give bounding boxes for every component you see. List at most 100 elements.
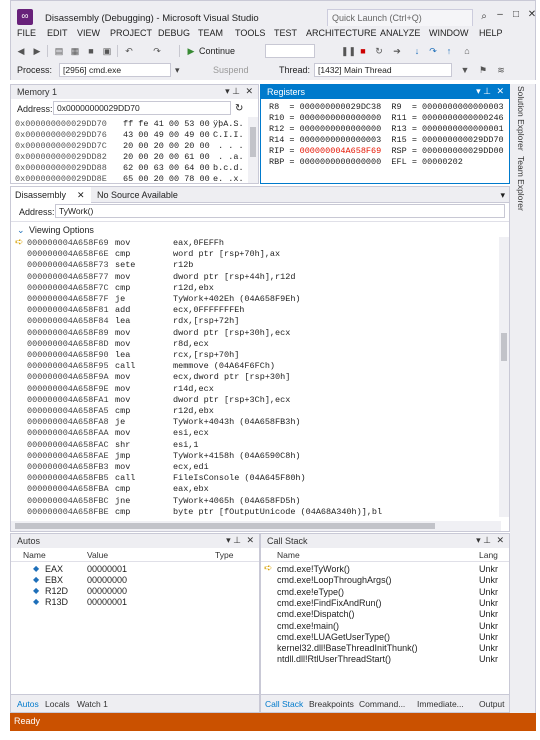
memory-hex-bytes[interactable]: 62 00 63 00 64 00 <box>123 163 210 173</box>
asm-address[interactable]: 000000004A658FB5 <box>27 473 109 483</box>
asm-address[interactable]: 000000004A658FAE <box>27 451 109 461</box>
asm-operands[interactable]: r12b <box>173 260 193 270</box>
registers-close-icon[interactable]: ✕ <box>496 86 504 97</box>
disasm-hscroll-thumb[interactable] <box>15 523 435 529</box>
tab-solution-explorer[interactable]: Solution Explorer <box>516 86 526 151</box>
autos-col-name[interactable]: Name <box>23 550 46 560</box>
register-left[interactable]: R14 = 0000000000000003 <box>269 135 381 145</box>
register-rip-value[interactable]: 000000004A658F69 <box>300 146 382 156</box>
register-right[interactable]: R15 = 000000000029DD70 <box>391 135 503 145</box>
asm-operands[interactable]: dword ptr [rsp+30h],ecx <box>173 328 290 338</box>
asm-opcode[interactable]: jmp <box>115 451 130 461</box>
asm-address[interactable]: 000000004A658FA5 <box>27 406 109 416</box>
asm-operands[interactable]: TyWork+4043h (04A658FB3h) <box>173 417 301 427</box>
menu-test[interactable]: TEST <box>274 28 297 38</box>
thread-combo[interactable]: [1432] Main Thread <box>314 63 452 77</box>
viewing-options-link[interactable]: Viewing Options <box>29 225 94 235</box>
tab-close-icon[interactable]: ✕ <box>77 190 85 201</box>
save-all-icon[interactable]: ▣ <box>101 45 113 57</box>
stop-icon[interactable]: ■ <box>357 45 369 57</box>
asm-operands[interactable]: esi,ecx <box>173 428 209 438</box>
continue-button[interactable]: Continue <box>199 46 235 56</box>
autos-col-value[interactable]: Value <box>87 550 108 560</box>
register-right[interactable]: R11 = 0000000000000246 <box>391 113 503 123</box>
open-file-icon[interactable]: ▦ <box>69 45 81 57</box>
menu-file[interactable]: FILE <box>17 28 36 38</box>
search-icon[interactable]: ⌕ <box>477 11 491 25</box>
asm-address[interactable]: 000000004A658F9E <box>27 384 109 394</box>
autos-var-value[interactable]: 00000001 <box>87 564 127 574</box>
pin-icon[interactable]: ▾ ⊥ <box>225 86 240 97</box>
asm-opcode[interactable]: add <box>115 305 130 315</box>
asm-opcode[interactable]: lea <box>115 316 130 326</box>
autos-var-value[interactable]: 00000000 <box>87 586 127 596</box>
tab-call-stack[interactable]: Call Stack <box>265 699 303 709</box>
asm-opcode[interactable]: mov <box>115 462 130 472</box>
asm-address[interactable]: 000000004A658FBA <box>27 484 109 494</box>
asm-operands[interactable]: ecx,edi <box>173 462 209 472</box>
register-left[interactable]: RIP = <box>269 146 300 156</box>
autos-col-type[interactable]: Type <box>215 550 233 560</box>
asm-operands[interactable]: dword ptr [rsp+44h],r12d <box>173 272 295 282</box>
asm-operands[interactable]: FileIsConsole (04A645F80h) <box>173 473 306 483</box>
asm-address[interactable]: 000000004A658FBE <box>27 507 109 517</box>
menu-window[interactable]: WINDOW <box>429 28 469 38</box>
memory-hex-bytes[interactable]: 20 00 20 00 61 00 <box>123 152 210 162</box>
undo-icon[interactable]: ↶ <box>123 45 135 57</box>
asm-address[interactable]: 000000004A658FA1 <box>27 395 109 405</box>
memory-ascii[interactable]: . .a. <box>213 152 244 162</box>
memory-scrollbar[interactable] <box>248 117 258 183</box>
tab-command-window[interactable]: Command... <box>359 699 405 709</box>
asm-operands[interactable]: r14d,ecx <box>173 384 214 394</box>
memory-close-icon[interactable]: ✕ <box>245 86 253 97</box>
asm-address[interactable]: 000000004A658FAA <box>27 428 109 438</box>
asm-opcode[interactable]: mov <box>115 395 130 405</box>
callstack-frame-name[interactable]: kernel32.dll!BaseThreadInitThunk() <box>277 643 418 653</box>
callstack-frame-name[interactable]: cmd.exe!Dispatch() <box>277 609 355 619</box>
asm-operands[interactable]: word ptr [rsp+70h],ax <box>173 249 280 259</box>
back-icon[interactable]: ◀ <box>15 45 27 57</box>
asm-operands[interactable]: eax,ebx <box>173 484 209 494</box>
menu-tools[interactable]: TOOLS <box>235 28 265 38</box>
asm-address[interactable]: 000000004A658F84 <box>27 316 109 326</box>
viewing-options-icon[interactable]: ⌄ <box>17 225 25 236</box>
menu-edit[interactable]: EDIT <box>47 28 68 38</box>
asm-operands[interactable]: ecx,dword ptr [rsp+30h] <box>173 372 290 382</box>
menu-debug[interactable]: DEBUG <box>158 28 190 38</box>
tab-no-source[interactable]: No Source Available <box>91 187 201 203</box>
tab-overflow-icon[interactable]: ▾ <box>500 190 505 201</box>
break-all-icon[interactable]: ❚❚ <box>341 45 356 57</box>
tab-team-explorer[interactable]: Team Explorer <box>516 156 526 211</box>
memory-ascii[interactable]: ÿþA.S. <box>213 119 244 129</box>
callstack-frame-name[interactable]: cmd.exe!FindFixAndRun() <box>277 598 382 608</box>
callstack-frame-name[interactable]: cmd.exe!TyWork() <box>277 564 350 574</box>
asm-address[interactable]: 000000004A658F73 <box>27 260 109 270</box>
register-right[interactable]: EFL = 00000202 <box>391 157 462 167</box>
memory-address-input[interactable]: 0x00000000029DD70 <box>53 101 231 115</box>
memory-hex-bytes[interactable]: 43 00 49 00 49 00 <box>123 130 210 140</box>
memory-ascii[interactable]: b.c.d. <box>213 163 244 173</box>
quick-launch-input[interactable]: Quick Launch (Ctrl+Q) <box>327 9 473 27</box>
callstack-frame-name[interactable]: ntdll.dll!RtlUserThreadStart() <box>277 654 391 664</box>
register-left[interactable]: RBP = 0000000000000000 <box>269 157 381 167</box>
asm-opcode[interactable]: mov <box>115 339 130 349</box>
save-icon[interactable]: ■ <box>85 45 97 57</box>
asm-opcode[interactable]: je <box>115 417 125 427</box>
filter-icon[interactable]: ▼ <box>459 64 471 76</box>
asm-opcode[interactable]: mov <box>115 272 130 282</box>
asm-operands[interactable]: eax,0FEFFh <box>173 238 224 248</box>
asm-address[interactable]: 000000004A658F6E <box>27 249 109 259</box>
asm-operands[interactable]: rdx,[rsp+72h] <box>173 316 239 326</box>
register-right[interactable]: RSP = 000000000029DD00 <box>391 146 503 156</box>
step-into-icon[interactable]: ↓ <box>411 45 423 57</box>
asm-address[interactable]: 000000004A658FBC <box>27 496 109 506</box>
step-out-icon[interactable]: ↑ <box>443 45 455 57</box>
register-left[interactable]: R12 = 0000000000000000 <box>269 124 381 134</box>
asm-operands[interactable]: byte ptr [fOutputUnicode (04A68A340h)],b… <box>173 507 382 517</box>
disasm-address-input[interactable]: TyWork() <box>55 204 505 218</box>
memory-hex-bytes[interactable]: ff fe 41 00 53 00 <box>123 119 210 129</box>
callstack-frame-name[interactable]: cmd.exe!eType() <box>277 587 344 597</box>
disasm-scrollbar[interactable] <box>499 237 509 517</box>
asm-operands[interactable]: memmove (04A64F6FCh) <box>173 361 275 371</box>
asm-opcode[interactable]: call <box>115 361 135 371</box>
